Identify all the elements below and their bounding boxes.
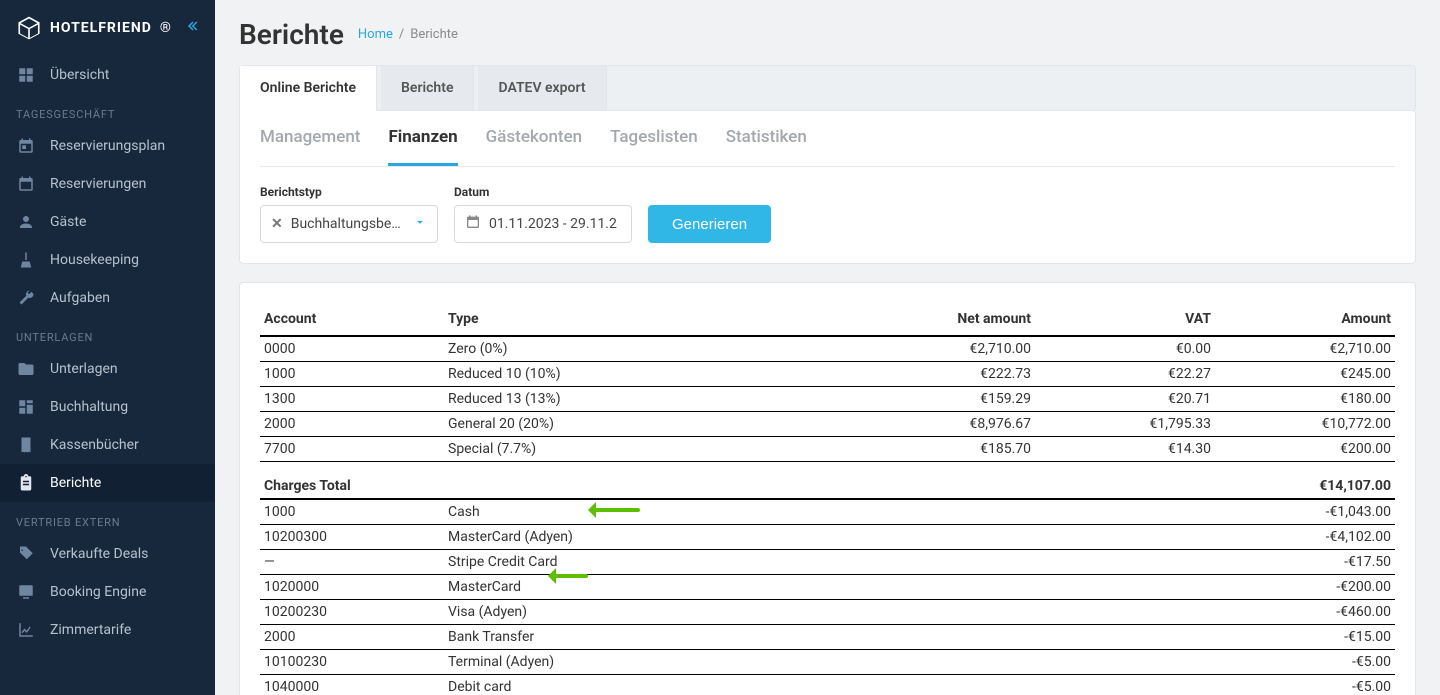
- sidebar-item-label: Aufgaben: [50, 290, 110, 306]
- sub-tabs: Management Finanzen Gästekonten Tageslisten…: [260, 111, 1395, 167]
- table-row: 2000Bank Transfer-€15.00: [260, 625, 1395, 650]
- receipt-icon: [16, 435, 36, 455]
- breadcrumb-sep: /: [399, 27, 404, 42]
- accounting-icon: [16, 397, 36, 417]
- table-row: 7700Special (7.7%)€185.70€14.30€200.00: [260, 437, 1395, 462]
- sidebar-header: HOTELFRIEND®: [0, 0, 215, 56]
- table-row: 1000Reduced 10 (10%)€222.73€22.27€245.00: [260, 362, 1395, 387]
- nav-section-label: UNTERLAGEN: [0, 317, 215, 350]
- clipboard-icon: [16, 473, 36, 493]
- sidebar-item-reservations[interactable]: Reservierungen: [0, 165, 215, 203]
- breadcrumb: Home / Berichte: [358, 27, 458, 42]
- sidebar-item-reports[interactable]: Berichte: [0, 464, 215, 502]
- sidebar-collapse-icon[interactable]: [185, 17, 203, 39]
- folder-icon: [16, 359, 36, 379]
- table-row: 2000General 20 (20%)€8,976.67€1,795.33€1…: [260, 412, 1395, 437]
- subtab-daylists[interactable]: Tageslisten: [610, 111, 698, 166]
- col-vat: VAT: [1035, 303, 1215, 336]
- sidebar-item-guests[interactable]: Gäste: [0, 203, 215, 241]
- subtab-finance[interactable]: Finanzen: [388, 111, 457, 166]
- subtab-stats[interactable]: Statistiken: [726, 111, 807, 166]
- brand[interactable]: HOTELFRIEND®: [16, 15, 172, 41]
- table-row: 1020000MasterCard-€200.00: [260, 575, 1395, 600]
- nav-section-label: VERTRIEB EXTERN: [0, 502, 215, 535]
- sidebar-item-label: Unterlagen: [50, 361, 118, 377]
- sidebar-item-rates[interactable]: Zimmertarife: [0, 611, 215, 649]
- sidebar: HOTELFRIEND® Übersicht TAGESGESCHÄFT Reser…: [0, 0, 215, 695]
- sidebar-item-label: Buchhaltung: [50, 399, 128, 415]
- annotation-arrow-mastercard-adyen: [590, 508, 640, 512]
- nav-section-label: TAGESGESCHÄFT: [0, 94, 215, 127]
- sidebar-item-overview[interactable]: Übersicht: [0, 56, 215, 94]
- col-net: Net amount: [855, 303, 1035, 336]
- sidebar-item-tasks[interactable]: Aufgaben: [0, 279, 215, 317]
- table-row: 10100230Terminal (Adyen)-€5.00: [260, 650, 1395, 675]
- sidebar-item-label: Reservierungen: [50, 176, 146, 192]
- table-row: 1300Reduced 13 (13%)€159.29€20.71€180.00: [260, 387, 1395, 412]
- sidebar-item-housekeeping[interactable]: Housekeeping: [0, 241, 215, 279]
- cleaning-icon: [16, 250, 36, 270]
- person-icon: [16, 212, 36, 232]
- table-row: 1000Cash-€1,043.00: [260, 499, 1395, 525]
- table-row: 10200300MasterCard (Adyen)-€4,102.00: [260, 525, 1395, 550]
- sidebar-item-label: Housekeeping: [50, 252, 139, 268]
- table-row: 0000Zero (0%)€2,710.00€0.00€2,710.00: [260, 336, 1395, 362]
- chart-line-icon: [16, 620, 36, 640]
- table-row: 1040000Debit card-€5.00: [260, 675, 1395, 695]
- sidebar-item-label: Gäste: [50, 214, 86, 230]
- clear-icon[interactable]: ✕: [271, 216, 283, 232]
- table-row: —Stripe Credit Card-€17.50: [260, 550, 1395, 575]
- sidebar-item-label: Berichte: [50, 475, 101, 491]
- generate-button[interactable]: Generieren: [648, 205, 771, 243]
- sidebar-item-label: Reservierungsplan: [50, 138, 165, 154]
- tab-online_reports[interactable]: Online Berichte: [240, 66, 377, 111]
- sidebar-item-label: Übersicht: [50, 67, 109, 83]
- sidebar-item-cashbooks[interactable]: Kassenbücher: [0, 426, 215, 464]
- tag-icon: [16, 544, 36, 564]
- col-type: Type: [444, 303, 855, 336]
- page-title: Berichte: [239, 18, 344, 51]
- breadcrumb-current: Berichte: [410, 27, 458, 42]
- sidebar-item-documents[interactable]: Unterlagen: [0, 350, 215, 388]
- sidebar-item-accounting[interactable]: Buchhaltung: [0, 388, 215, 426]
- calendar-icon: [465, 214, 481, 234]
- table-row: 10200230Visa (Adyen)-€460.00: [260, 600, 1395, 625]
- charges-total-row: Charges Total€14,107.00: [260, 462, 1395, 500]
- main-content: Berichte Home / Berichte Online Berichte…: [215, 0, 1440, 695]
- calendar-icon: [16, 174, 36, 194]
- sidebar-item-booking[interactable]: Booking Engine: [0, 573, 215, 611]
- brand-cube-icon: [16, 15, 42, 41]
- col-amount: Amount: [1215, 303, 1395, 336]
- subtab-accounts[interactable]: Gästekonten: [486, 111, 582, 166]
- sidebar-item-label: Zimmertarife: [50, 622, 131, 638]
- annotation-arrow-visa-adyen: [550, 574, 588, 578]
- monitor-cal-icon: [16, 582, 36, 602]
- sidebar-item-label: Kassenbücher: [50, 437, 139, 453]
- outer-tabs: Online BerichteBerichteDATEV export: [239, 65, 1416, 110]
- grid-icon: [16, 65, 36, 85]
- report-type-select[interactable]: ✕ Buchhaltungsberi…: [260, 205, 438, 243]
- col-account: Account: [260, 303, 444, 336]
- calendar-range-icon: [16, 136, 36, 156]
- tab-datev[interactable]: DATEV export: [478, 66, 606, 110]
- sidebar-item-label: Booking Engine: [50, 584, 146, 600]
- date-range-input[interactable]: 01.11.2023 - 29.11.2: [454, 205, 632, 243]
- sidebar-item-resplan[interactable]: Reservierungsplan: [0, 127, 215, 165]
- sidebar-item-label: Verkaufte Deals: [50, 546, 148, 562]
- tab-reports[interactable]: Berichte: [381, 66, 474, 110]
- report-type-label: Berichtstyp: [260, 185, 438, 199]
- sidebar-item-deals[interactable]: Verkaufte Deals: [0, 535, 215, 573]
- date-label: Datum: [454, 185, 632, 199]
- wrench-icon: [16, 288, 36, 308]
- brand-text: HOTELFRIEND: [50, 20, 152, 36]
- subtab-management[interactable]: Management: [260, 111, 360, 166]
- chevron-down-icon: [413, 215, 427, 233]
- breadcrumb-home[interactable]: Home: [358, 27, 393, 42]
- report-table: Account Type Net amount VAT Amount 0000Z…: [260, 303, 1395, 695]
